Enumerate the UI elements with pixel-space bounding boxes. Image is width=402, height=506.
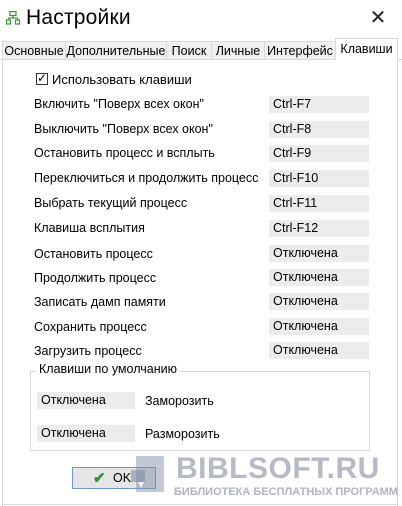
hotkey-label-switch-continue: Переключиться и продолжить процесс bbox=[34, 171, 259, 185]
hotkey-label-stop-process: Остановить процесс bbox=[34, 247, 153, 261]
hotkey-field-stop-process[interactable]: Отключена bbox=[269, 245, 369, 262]
hotkey-field-ontop-disable[interactable]: Ctrl-F8 bbox=[269, 121, 369, 138]
tab-interface[interactable]: Интерфейс bbox=[264, 41, 336, 59]
title-bar: Настройки ✕ bbox=[0, 0, 402, 38]
hotkey-field-stop-and-raise[interactable]: Ctrl-F9 bbox=[269, 145, 369, 162]
hotkey-label-ontop-enable: Включить "Поверх всех окон" bbox=[34, 97, 204, 111]
checkmark-icon: ✓ bbox=[37, 71, 48, 85]
network-tree-icon bbox=[6, 11, 20, 25]
use-hotkeys-label: Использовать клавиши bbox=[52, 72, 192, 87]
hotkey-field-dump-memory[interactable]: Отключена bbox=[269, 293, 369, 310]
panel-bottom-border bbox=[2, 504, 398, 505]
hotkey-label-stop-and-raise: Остановить процесс и всплыть bbox=[34, 146, 215, 160]
freeze-key-label: Заморозить bbox=[145, 394, 214, 408]
default-keys-group-title: Клавиши по умолчанию bbox=[37, 362, 179, 376]
hotkey-field-switch-continue[interactable]: Ctrl-F10 bbox=[269, 170, 369, 187]
freeze-key-field[interactable]: Отключена bbox=[37, 392, 135, 409]
tab-advanced[interactable]: Дополнительные bbox=[65, 41, 167, 59]
hotkey-field-ontop-enable[interactable]: Ctrl-F7 bbox=[269, 96, 369, 113]
unfreeze-key-field[interactable]: Отключена bbox=[37, 425, 135, 442]
close-icon: ✕ bbox=[369, 7, 387, 29]
watermark-title: BIBLSOFT.RU bbox=[176, 452, 380, 485]
window-title: Настройки bbox=[26, 6, 131, 29]
hotkey-label-save-process: Сохранить процесс bbox=[34, 320, 147, 334]
ok-button-label: OK bbox=[113, 471, 132, 485]
watermark-subtitle: БИБЛИОТЕКА БЕСПЛАТНЫХ ПРОГРАММ bbox=[174, 486, 398, 498]
settings-window: Настройки ✕ Основные Дополнительные Поис… bbox=[0, 0, 402, 506]
hotkey-field-load-process[interactable]: Отключена bbox=[269, 342, 369, 359]
hotkey-label-select-current: Выбрать текущий процесс bbox=[34, 196, 188, 210]
hotkey-field-raise-key[interactable]: Ctrl-F12 bbox=[269, 220, 369, 237]
unfreeze-key-label: Разморозить bbox=[145, 427, 220, 441]
hotkey-label-load-process: Загрузить процесс bbox=[34, 344, 142, 358]
close-button[interactable]: ✕ bbox=[368, 8, 388, 28]
hotkey-label-ontop-disable: Выключить "Поверх всех окон" bbox=[34, 122, 213, 136]
watermark-logo-icon bbox=[131, 456, 164, 492]
hotkey-field-select-current[interactable]: Ctrl-F11 bbox=[269, 195, 369, 212]
tab-search[interactable]: Поиск bbox=[166, 41, 212, 59]
tab-personal[interactable]: Личные bbox=[211, 41, 265, 59]
hotkey-label-raise-key: Клавиша всплытия bbox=[34, 221, 145, 235]
tab-hotkeys[interactable]: Клавиши bbox=[335, 38, 398, 60]
hotkey-label-dump-memory: Записать дамп памяти bbox=[34, 295, 166, 309]
use-hotkeys-checkbox[interactable]: ✓ bbox=[36, 71, 48, 85]
green-check-icon: ✔ bbox=[93, 470, 106, 487]
tab-general[interactable]: Основные bbox=[2, 41, 66, 59]
hotkey-field-continue-process[interactable]: Отключена bbox=[269, 269, 369, 286]
hotkey-field-save-process[interactable]: Отключена bbox=[269, 318, 369, 335]
hotkey-label-continue-process: Продолжить процесс bbox=[34, 271, 157, 285]
